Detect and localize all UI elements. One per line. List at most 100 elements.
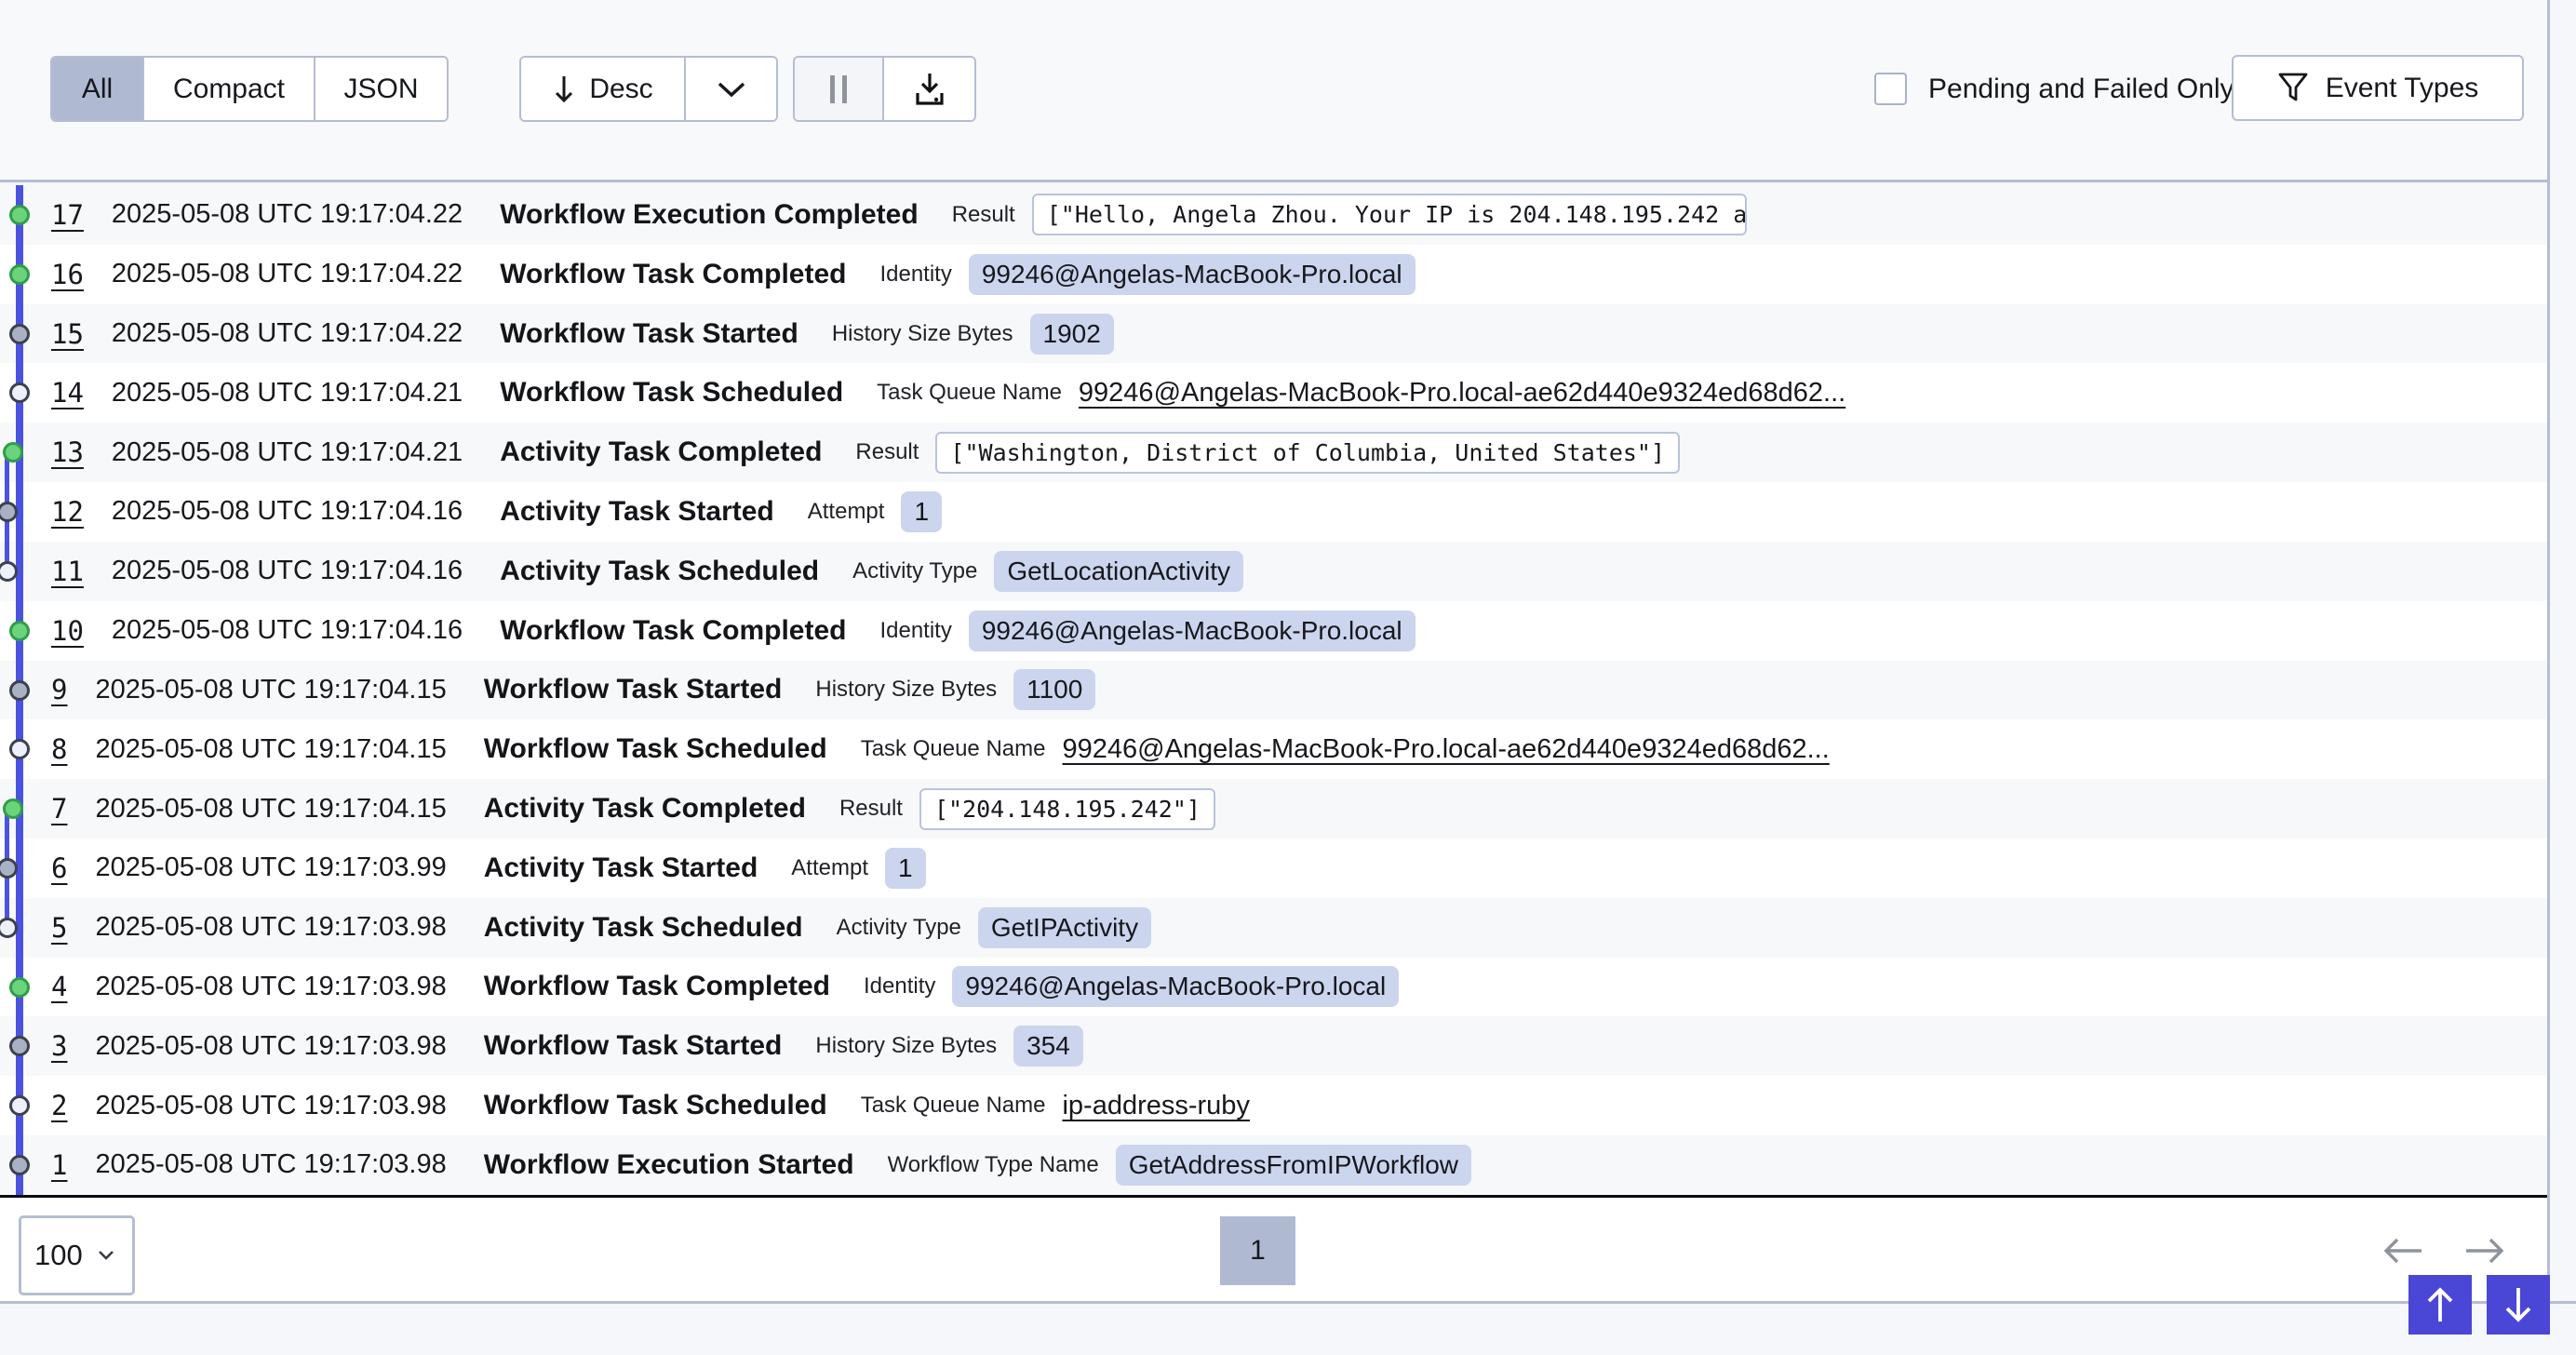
event-timestamp: 2025-05-08 UTC 19:17:04.15 — [95, 734, 446, 765]
view-tab-group: All Compact JSON — [50, 56, 449, 122]
event-type-name: Workflow Task Completed — [500, 615, 846, 647]
event-id-link[interactable]: 12 — [51, 496, 84, 528]
event-row: 12 2025-05-08 UTC 19:17:04.16 Activity T… — [0, 482, 2548, 542]
event-timestamp: 2025-05-08 UTC 19:17:04.22 — [112, 199, 463, 230]
event-id-link[interactable]: 2 — [51, 1090, 67, 1121]
event-type-name: Workflow Task Completed — [484, 971, 830, 1002]
event-id-link[interactable]: 4 — [51, 971, 67, 1002]
event-timestamp: 2025-05-08 UTC 19:17:04.21 — [112, 378, 463, 409]
task-queue-link[interactable]: 99246@Angelas-MacBook-Pro.local-ae62d440… — [1079, 378, 1845, 409]
event-type-name: Workflow Task Started — [500, 318, 798, 350]
event-detail-badge: 99246@Angelas-MacBook-Pro.local — [952, 966, 1399, 1007]
event-timestamp: 2025-05-08 UTC 19:17:04.15 — [95, 794, 446, 825]
tab-compact[interactable]: Compact — [144, 58, 315, 120]
event-types-label: Event Types — [2326, 73, 2479, 104]
event-result-code: ["204.148.195.242"] — [919, 788, 1215, 830]
footer-divider — [0, 1301, 2576, 1304]
event-row: 6 2025-05-08 UTC 19:17:03.99 Activity Ta… — [0, 838, 2548, 898]
event-id-link[interactable]: 5 — [51, 912, 67, 944]
event-id-link[interactable]: 17 — [51, 199, 84, 231]
page-size-select[interactable]: 100 — [19, 1215, 135, 1295]
pause-icon — [828, 74, 849, 104]
event-row: 5 2025-05-08 UTC 19:17:03.98 Activity Ta… — [0, 898, 2548, 958]
scroll-to-top-button[interactable] — [2408, 1275, 2472, 1335]
event-detail-label: Attempt — [808, 499, 885, 525]
history-controls-group — [793, 56, 976, 122]
event-id-link[interactable]: 8 — [51, 733, 67, 765]
event-row: 9 2025-05-08 UTC 19:17:04.15 Workflow Ta… — [0, 661, 2548, 720]
event-type-name: Workflow Task Started — [484, 1030, 783, 1062]
event-timestamp: 2025-05-08 UTC 19:17:03.98 — [95, 1091, 446, 1121]
event-id-link[interactable]: 14 — [51, 377, 84, 409]
pending-failed-label[interactable]: Pending and Failed Only — [1928, 56, 2234, 122]
event-type-name: Workflow Execution Completed — [500, 199, 919, 231]
event-row: 17 2025-05-08 UTC 19:17:04.22 Workflow E… — [0, 185, 2548, 245]
task-queue-link[interactable]: 99246@Angelas-MacBook-Pro.local-ae62d440… — [1062, 734, 1829, 765]
event-timestamp: 2025-05-08 UTC 19:17:03.98 — [95, 912, 446, 943]
arrow-up-icon — [2424, 1285, 2456, 1324]
event-detail-badge: 1 — [885, 848, 926, 889]
event-detail-badge: 99246@Angelas-MacBook-Pro.local — [969, 254, 1415, 295]
event-id-link[interactable]: 11 — [51, 556, 84, 587]
scrollbar-gutter[interactable] — [2547, 0, 2576, 1304]
event-detail-label: Task Queue Name — [877, 380, 1062, 406]
event-row: 10 2025-05-08 UTC 19:17:04.16 Workflow T… — [0, 601, 2548, 661]
event-timestamp: 2025-05-08 UTC 19:17:04.16 — [112, 615, 463, 646]
sort-options-button[interactable] — [686, 58, 776, 120]
event-row: 2 2025-05-08 UTC 19:17:03.98 Workflow Ta… — [0, 1076, 2548, 1135]
event-type-name: Activity Task Started — [500, 496, 774, 528]
sort-label: Desc — [589, 74, 652, 105]
event-timestamp: 2025-05-08 UTC 19:17:04.16 — [112, 496, 463, 527]
event-detail-badge: 1 — [901, 491, 942, 532]
event-id-link[interactable]: 3 — [51, 1030, 67, 1062]
page-size-value: 100 — [34, 1239, 83, 1272]
sort-arrow-down-icon — [552, 74, 576, 105]
event-id-link[interactable]: 13 — [51, 436, 84, 468]
toolbar: All Compact JSON Desc — [0, 0, 2576, 182]
tab-json[interactable]: JSON — [315, 58, 447, 120]
sort-button-group: Desc — [519, 56, 778, 122]
event-row: 3 2025-05-08 UTC 19:17:03.98 Workflow Ta… — [0, 1016, 2548, 1076]
event-type-name: Workflow Task Completed — [500, 259, 846, 290]
scroll-to-bottom-button[interactable] — [2487, 1275, 2550, 1335]
event-detail-label: Task Queue Name — [861, 736, 1046, 762]
pause-button[interactable] — [795, 58, 884, 120]
event-detail-badge: 354 — [1013, 1026, 1083, 1067]
next-page-arrow[interactable] — [2462, 1234, 2507, 1268]
tab-all[interactable]: All — [52, 58, 144, 120]
event-id-link[interactable]: 1 — [51, 1149, 67, 1181]
pending-failed-checkbox[interactable] — [1874, 73, 1907, 105]
previous-page-arrow[interactable] — [2381, 1234, 2425, 1268]
event-detail-label: Result — [952, 202, 1015, 228]
event-id-link[interactable]: 15 — [51, 318, 84, 350]
event-type-name: Activity Task Completed — [500, 436, 822, 468]
event-row: 16 2025-05-08 UTC 19:17:04.22 Workflow T… — [0, 245, 2548, 304]
event-id-link[interactable]: 9 — [51, 674, 67, 705]
chevron-down-icon — [716, 80, 747, 99]
event-detail-label: Workflow Type Name — [888, 1152, 1099, 1178]
event-types-filter-button[interactable]: Event Types — [2232, 55, 2524, 121]
event-type-name: Workflow Task Scheduled — [484, 733, 827, 765]
page-number-button[interactable]: 1 — [1220, 1216, 1295, 1285]
event-detail-label: History Size Bytes — [832, 321, 1013, 347]
event-type-name: Workflow Task Scheduled — [500, 377, 843, 409]
event-id-link[interactable]: 6 — [51, 852, 67, 884]
workflow-event-history-panel: All Compact JSON Desc — [0, 0, 2576, 1355]
event-id-link[interactable]: 7 — [51, 793, 67, 825]
event-id-link[interactable]: 10 — [51, 615, 84, 647]
event-detail-label: History Size Bytes — [815, 677, 997, 703]
download-button[interactable] — [884, 58, 974, 120]
event-row: 7 2025-05-08 UTC 19:17:04.15 Activity Ta… — [0, 779, 2548, 838]
event-detail-label: Attempt — [791, 855, 868, 881]
task-queue-link[interactable]: ip-address-ruby — [1062, 1091, 1249, 1121]
download-icon — [911, 72, 948, 107]
sort-desc-button[interactable]: Desc — [521, 58, 686, 120]
event-row: 15 2025-05-08 UTC 19:17:04.22 Workflow T… — [0, 304, 2548, 364]
event-detail-label: Result — [855, 439, 919, 465]
event-id-link[interactable]: 16 — [51, 259, 84, 290]
event-detail-badge: 99246@Angelas-MacBook-Pro.local — [969, 610, 1415, 651]
event-detail-badge: 1902 — [1030, 314, 1114, 355]
event-rows: 17 2025-05-08 UTC 19:17:04.22 Workflow E… — [0, 185, 2548, 1195]
event-timestamp: 2025-05-08 UTC 19:17:03.98 — [95, 972, 446, 1002]
filter-icon — [2277, 72, 2309, 105]
